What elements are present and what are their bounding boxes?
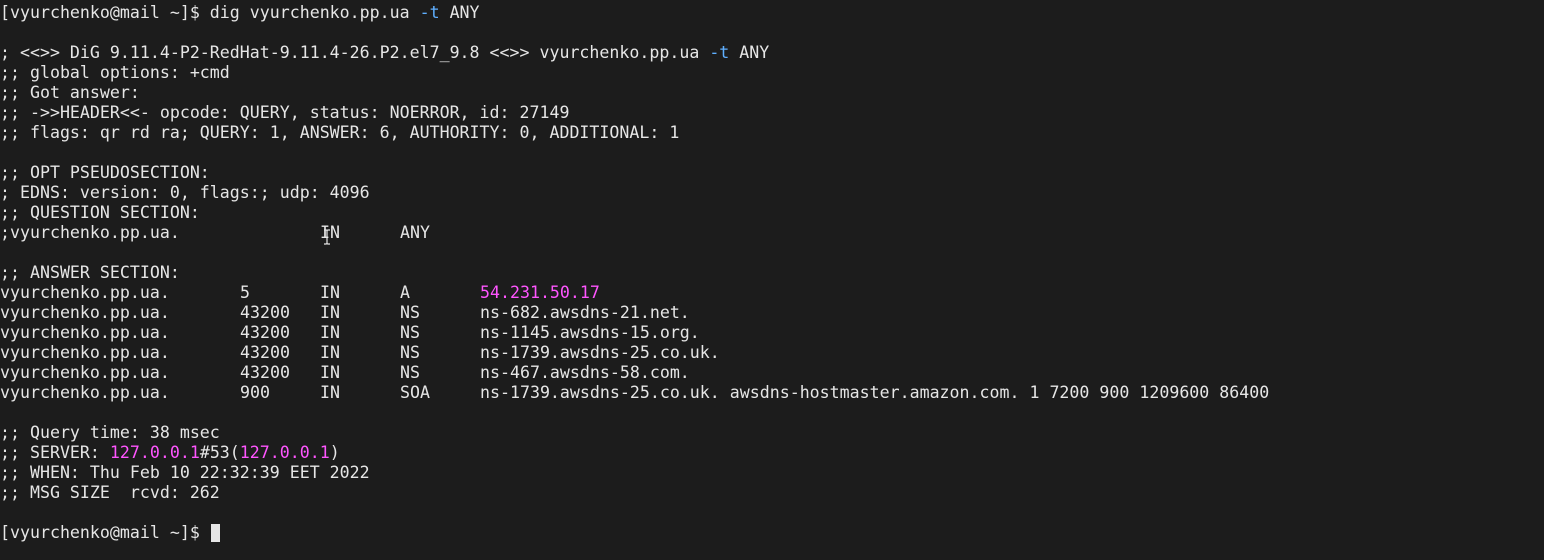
text-segment: [vyurchenko@mail ~]$ dig vyurchenko.pp.u… [0,3,420,22]
block-cursor-icon [210,524,220,542]
text-segment: ;; flags: qr rd ra; QUERY: 1, ANSWER: 6,… [0,123,680,142]
text-segment: ;; WHEN: Thu Feb 10 22:32:39 EET 2022 [0,463,370,482]
text-segment: ANY [439,3,480,22]
text-segment: ;; SERVER: [0,443,110,462]
record-field: vyurchenko.pp.ua. [0,303,170,322]
record-field: 43200 [240,363,290,382]
record-field: vyurchenko.pp.ua. [0,383,170,402]
text-segment: 127.0.0.1 [109,443,200,462]
record-field: A [400,283,410,302]
output-line: ; EDNS: version: 0, flags:; udp: 4096 [0,183,1544,203]
terminal-output: [vyurchenko@mail ~]$ dig vyurchenko.pp.u… [0,3,1544,543]
record-field: ns-1739.awsdns-25.co.uk. [480,343,720,362]
record-field: ANY [400,223,430,242]
text-segment: ;; global options: +cmd [0,63,230,82]
text-segment: ;; MSG SIZE rcvd: 262 [0,483,220,502]
record-field: NS [400,363,420,382]
record-field: IN [320,323,340,342]
record-field: ns-682.awsdns-21.net. [480,303,690,322]
text-segment: -t [419,3,440,22]
output-line: ;; SERVER: 127.0.0.1#53(127.0.0.1) [0,443,1544,463]
record-field: ns-1739.awsdns-25.co.uk. awsdns-hostmast… [480,383,1270,402]
dns-record-row: vyurchenko.pp.ua. 43200 IN NS ns-467.awsdns-… [0,363,1544,383]
ibeam-cursor-icon [324,229,330,245]
record-field: NS [400,323,420,342]
text-segment: ; EDNS: version: 0, flags:; udp: 4096 [0,183,370,202]
text-segment: [vyurchenko@mail ~]$ [0,523,210,542]
record-field: 900 [240,383,270,402]
output-line: ; <<>> DiG 9.11.4-P2-RedHat-9.11.4-26.P2… [0,43,1544,63]
text-segment: ;; Got answer: [0,83,140,102]
output-line: ;; ->>HEADER<<- opcode: QUERY, status: N… [0,103,1544,123]
text-segment: ;; OPT PSEUDOSECTION: [0,163,210,182]
text-segment: #53( [199,443,240,462]
record-field: vyurchenko.pp.ua. [0,323,170,342]
record-field: IN [320,383,340,402]
record-field: ns-1145.awsdns-15.org. [480,323,700,342]
shell-prompt-line: [vyurchenko@mail ~]$ [0,523,1544,543]
record-field: 54.231.50.17 [480,283,600,302]
text-segment: 127.0.0.1 [239,443,330,462]
output-line: ;; QUESTION SECTION: [0,203,1544,223]
text-segment: ;; Query time: 38 msec [0,423,220,442]
record-field: vyurchenko.pp.ua. [0,363,170,382]
record-field: 5 [240,283,250,302]
record-field: IN [320,303,340,322]
output-line: ;; flags: qr rd ra; QUERY: 1, ANSWER: 6,… [0,123,1544,143]
output-line: ;; Query time: 38 msec [0,423,1544,443]
text-segment: ;; QUESTION SECTION: [0,203,200,222]
text-segment: -t [709,43,730,62]
output-line: ;; global options: +cmd [0,63,1544,83]
record-field: NS [400,343,420,362]
record-field: ns-467.awsdns-58.com. [480,363,690,382]
record-field: 43200 [240,343,290,362]
dns-record-row: vyurchenko.pp.ua. 5 IN A 54.231.50.17 [0,283,1544,303]
text-segment: ANY [729,43,770,62]
record-field: 43200 [240,303,290,322]
record-field: 43200 [240,323,290,342]
record-field: SOA [400,383,430,402]
output-line: ;; MSG SIZE rcvd: 262 [0,483,1544,503]
text-segment: ;; ANSWER SECTION: [0,263,180,282]
output-line: ;; ANSWER SECTION: [0,263,1544,283]
dns-record-row: ;vyurchenko.pp.ua. IN ANY [0,223,1544,243]
record-field: ;vyurchenko.pp.ua. [0,223,180,242]
dns-record-row: vyurchenko.pp.ua. 43200 IN NS ns-682.awsdns-… [0,303,1544,323]
record-field: IN [320,343,340,362]
text-segment: ;; ->>HEADER<<- opcode: QUERY, status: N… [0,103,570,122]
record-field: IN [320,363,340,382]
record-field: vyurchenko.pp.ua. [0,283,170,302]
output-line: [vyurchenko@mail ~]$ dig vyurchenko.pp.u… [0,3,1544,23]
record-field: IN [320,283,340,302]
text-segment: ; <<>> DiG 9.11.4-P2-RedHat-9.11.4-26.P2… [0,43,710,62]
output-line: ;; OPT PSEUDOSECTION: [0,163,1544,183]
text-segment: ) [329,443,340,462]
terminal-window[interactable]: [vyurchenko@mail ~]$ dig vyurchenko.pp.u… [0,0,1544,560]
dns-record-row: vyurchenko.pp.ua. 900 IN SOA ns-1739.awsdns-… [0,383,1544,403]
record-field: NS [400,303,420,322]
output-line: ;; WHEN: Thu Feb 10 22:32:39 EET 2022 [0,463,1544,483]
dns-record-row: vyurchenko.pp.ua. 43200 IN NS ns-1145.awsdns… [0,323,1544,343]
dns-record-row: vyurchenko.pp.ua. 43200 IN NS ns-1739.awsdns… [0,343,1544,363]
record-field: vyurchenko.pp.ua. [0,343,170,362]
output-line: ;; Got answer: [0,83,1544,103]
